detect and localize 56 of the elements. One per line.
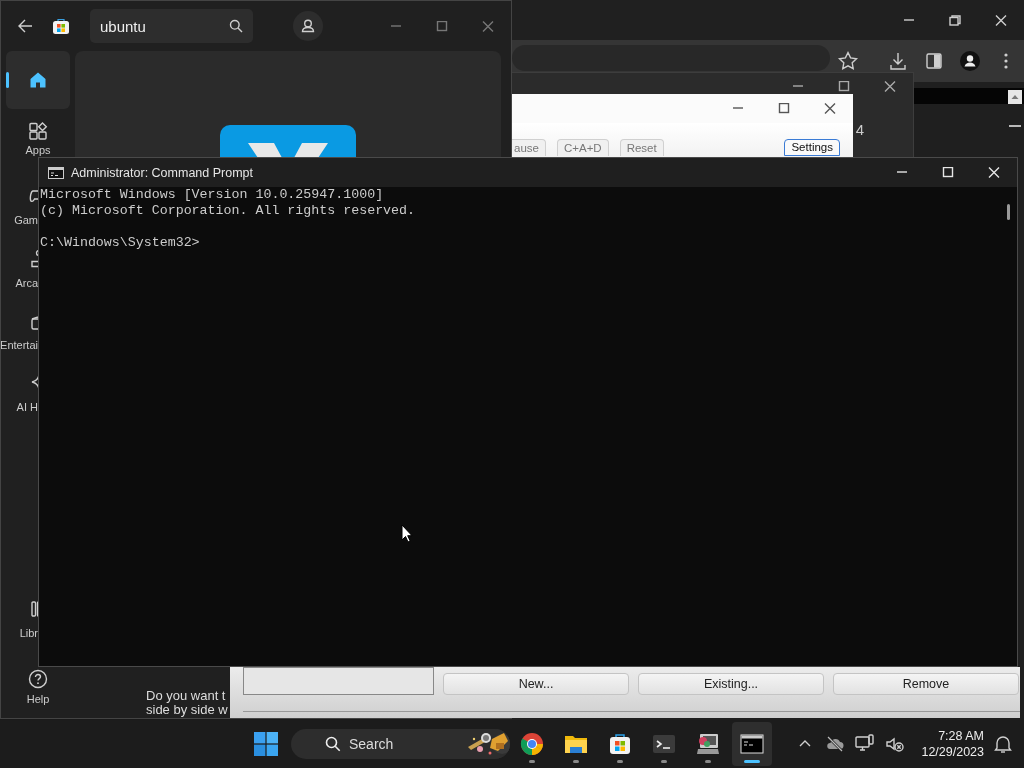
close-icon[interactable] bbox=[824, 103, 836, 114]
chrome-icon bbox=[520, 732, 544, 756]
side-panel-icon[interactable] bbox=[923, 50, 945, 72]
help-icon bbox=[28, 669, 48, 689]
nav-item[interactable]: Help bbox=[1, 667, 75, 708]
console-icon bbox=[740, 732, 764, 756]
nav-item[interactable]: Gam bbox=[1, 157, 38, 234]
terminal-icon bbox=[652, 732, 676, 756]
cursor-icon bbox=[401, 524, 413, 543]
console-text: Microsoft Windows [Version 10.0.25947.1000] bbox=[40, 187, 385, 203]
profile-icon[interactable] bbox=[959, 50, 981, 72]
maximize-icon[interactable] bbox=[838, 80, 850, 92]
restore-icon[interactable] bbox=[949, 14, 961, 26]
dialog-button[interactable]: Existing... bbox=[638, 673, 824, 695]
bell-icon[interactable] bbox=[992, 733, 1014, 755]
toolbar-button[interactable]: ause bbox=[512, 139, 546, 156]
star-icon[interactable] bbox=[837, 50, 859, 72]
store-bag-icon bbox=[52, 17, 70, 35]
input-field[interactable] bbox=[243, 667, 434, 695]
clock-date[interactable]: 12/29/2023 bbox=[921, 744, 984, 760]
scrollbar-thumb[interactable] bbox=[1006, 204, 1010, 220]
search-icon bbox=[325, 736, 341, 752]
search-field[interactable]: Search bbox=[349, 736, 439, 752]
store-bag-icon bbox=[608, 732, 632, 756]
toolbar-button[interactable]: Reset bbox=[619, 139, 664, 156]
toolbar-button[interactable]: Settings bbox=[784, 139, 840, 156]
console-text: (c) Microsoft Corporation. All rights reserved. bbox=[40, 203, 417, 219]
scroll-up-icon[interactable] bbox=[1008, 90, 1022, 104]
toolbar-button[interactable]: C+A+D bbox=[556, 139, 609, 156]
search-bar[interactable]: Search bbox=[291, 729, 510, 759]
computer-gears-icon bbox=[696, 732, 720, 756]
nav-item[interactable] bbox=[6, 51, 70, 109]
clock-time[interactable]: 7:28 AM bbox=[938, 728, 984, 744]
download-icon[interactable] bbox=[887, 50, 909, 72]
dialog-button[interactable]: New... bbox=[443, 673, 629, 695]
minimize-icon[interactable] bbox=[1008, 124, 1022, 128]
promo-text: Do you want t side by side w bbox=[145, 689, 229, 717]
apps-icon bbox=[28, 122, 48, 142]
window-title: Administrator: Command Prompt bbox=[71, 165, 253, 180]
home-icon bbox=[28, 70, 48, 90]
account-icon[interactable] bbox=[293, 11, 323, 41]
search-icon[interactable] bbox=[229, 19, 243, 33]
nav-item[interactable]: Entertai bbox=[1, 296, 38, 358]
search-bar[interactable]: ubuntu bbox=[90, 9, 253, 43]
window-text: 4 bbox=[855, 121, 864, 140]
close-icon[interactable] bbox=[884, 80, 896, 92]
windows-logo-icon[interactable] bbox=[254, 732, 278, 756]
console-icon bbox=[48, 166, 64, 179]
console-text: C:\Windows\System32> bbox=[40, 235, 201, 251]
nav-item[interactable]: Apps bbox=[1, 109, 75, 157]
dialog-button[interactable]: Remove bbox=[833, 673, 1019, 695]
back-arrow-icon[interactable] bbox=[16, 17, 34, 35]
taskbar-app[interactable] bbox=[732, 722, 772, 766]
search-field[interactable]: ubuntu bbox=[100, 17, 229, 35]
maximize-icon[interactable] bbox=[778, 103, 790, 114]
nav-item[interactable]: Libr bbox=[1, 584, 38, 646]
